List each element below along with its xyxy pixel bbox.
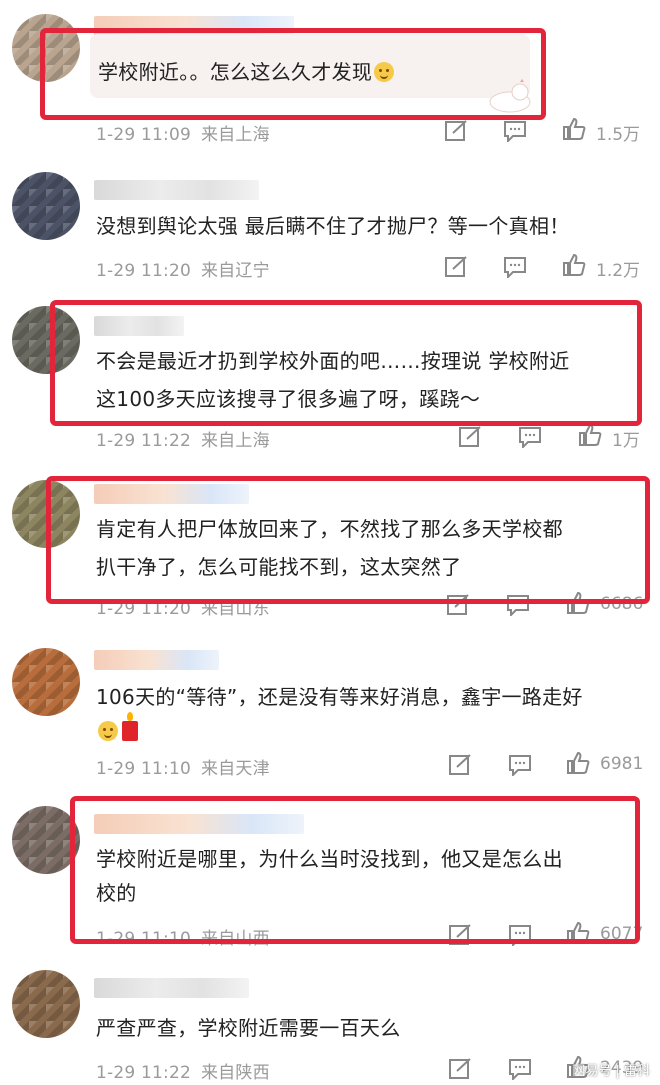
comment-location: 来自陕西 [200,1063,270,1083]
comment-location: 来自上海 [200,431,270,451]
comment-emoji-line [96,712,636,748]
comment-text-line: 肯定有人把尸体放回来了，不然找了那么多天学校都 [96,517,563,541]
like-icon[interactable] [566,922,590,944]
avatar[interactable] [12,14,80,82]
avatar[interactable] [12,648,80,716]
reply-icon[interactable] [518,426,542,448]
comment-meta: 1-29 11:22 来自上海 [96,426,270,451]
comment-text-line: 这100多天应该搜寻了很多遍了呀，蹊跷～ [96,387,481,411]
reply-icon[interactable] [508,924,532,946]
comment-text-line: 106天的“等待”，还是没有等来好消息，鑫宇一路走好 [96,685,583,709]
avatar[interactable] [12,306,80,374]
comment-meta: 1-29 11:20 来自辽宁 [96,256,270,281]
username-blurred[interactable] [94,180,259,200]
repost-icon[interactable] [446,594,470,616]
comment-meta: 1-29 11:20 来自山东 [96,594,270,619]
comment-location: 来自上海 [200,125,270,145]
like-count: 1万 [612,431,640,451]
comment-meta: 1-29 11:10 来自天津 [96,754,270,779]
avatar[interactable] [12,806,80,874]
avatar[interactable] [12,480,80,548]
like-count: 6981 [600,754,644,774]
comment-text: 106天的“等待”，还是没有等来好消息，鑫宇一路走好 [96,680,636,748]
watermark: 网易号 | 雷科 [572,1064,650,1079]
reply-icon[interactable] [503,120,527,142]
like-count: 1.2万 [596,261,641,281]
comment-text-line: 校的 [96,881,137,905]
repost-icon[interactable] [458,426,482,448]
comment-text: 肯定有人把尸体放回来了，不然找了那么多天学校都 扒干净了，怎么可能找不到，这太突… [96,510,636,586]
candle-emoji-icon [122,712,138,741]
like-count: 6077 [600,924,644,944]
sad-emoji-icon [98,721,118,741]
comment-text-line: 学校附近是哪里，为什么当时没找到，他又是怎么出 [96,847,563,871]
reply-icon[interactable] [506,594,530,616]
repost-icon[interactable] [448,754,472,776]
comment-text-line: 不会是最近才扔到学校外面的吧……按理说 学校附近 [96,349,570,373]
like-count: 1.5万 [596,125,641,145]
comment-time: 1-29 11:09 [96,125,191,145]
username-blurred[interactable] [94,16,294,36]
comment-location: 来自辽宁 [200,261,270,281]
repost-icon[interactable] [444,256,468,278]
comment-location: 来自山东 [200,599,270,619]
reply-icon[interactable] [508,1058,532,1080]
avatar[interactable] [12,172,80,240]
username-blurred[interactable] [94,814,304,834]
comment-meta: 1-29 11:09 来自上海 [96,120,270,145]
repost-icon[interactable] [448,1058,472,1080]
comment-time: 1-29 11:10 [96,759,191,779]
comment-location: 来自天津 [200,759,270,779]
comment-text: 没想到舆论太强 最后瞒不住了才抛尸？等一个真相！ [96,214,570,238]
like-count: 6686 [600,594,644,614]
like-icon[interactable] [578,424,602,446]
username-blurred[interactable] [94,316,184,336]
comment-text: 学校附近。。怎么这么久才发现 [98,54,636,90]
like-icon[interactable] [562,118,586,140]
comment-location: 来自山西 [200,929,270,949]
comment-text: 学校附近是哪里，为什么当时没找到，他又是怎么出 校的 [96,842,636,910]
repost-icon[interactable] [444,120,468,142]
comment-meta: 1-29 11:10 来自山西 [96,924,270,949]
like-icon[interactable] [562,254,586,276]
comment-text-line: 扒干净了，怎么可能找不到，这太突然了 [96,555,462,579]
comment-time: 1-29 11:22 [96,431,191,451]
comment-time: 1-29 11:10 [96,929,191,949]
comment-time: 1-29 11:22 [96,1063,191,1083]
username-blurred[interactable] [94,978,249,998]
username-blurred[interactable] [94,484,249,504]
comment-meta: 1-29 11:22 来自陕西 [96,1058,270,1083]
username-blurred[interactable] [94,650,219,670]
avatar[interactable] [12,970,80,1038]
like-icon[interactable] [566,592,590,614]
smile-emoji-icon [374,62,395,82]
comment-time: 1-29 11:20 [96,599,191,619]
comment-text: 不会是最近才扔到学校外面的吧……按理说 学校附近 这100多天应该搜寻了很多遍了… [96,342,636,418]
repost-icon[interactable] [448,924,472,946]
comment-time: 1-29 11:20 [96,261,191,281]
reply-icon[interactable] [508,754,532,776]
comment-text: 严查严查，学校附近需要一百天么 [96,1016,401,1040]
like-icon[interactable] [566,752,590,774]
reply-icon[interactable] [503,256,527,278]
